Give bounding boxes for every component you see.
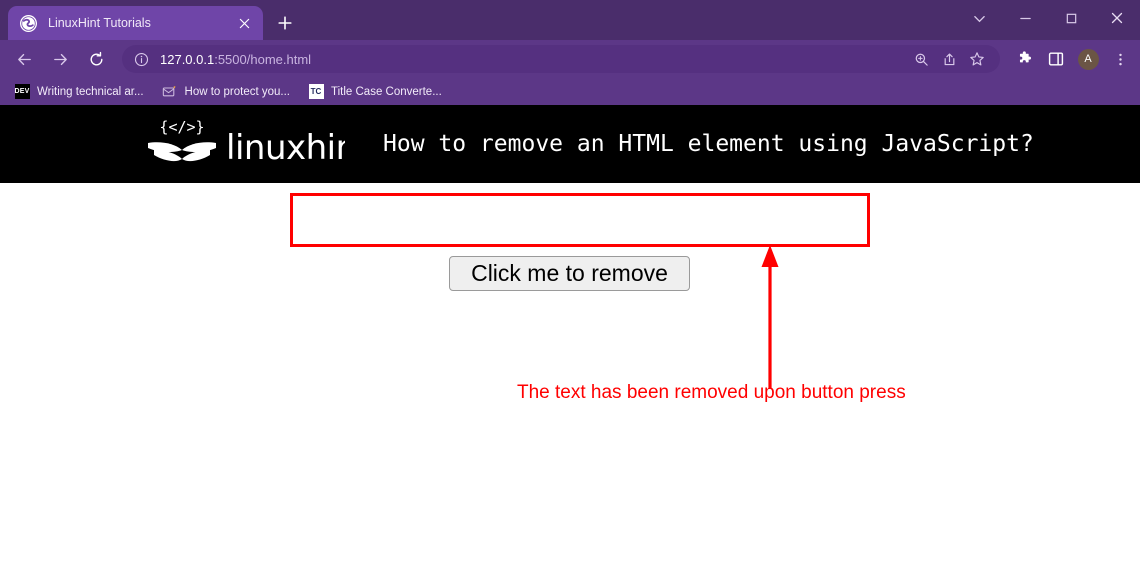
dev-icon-text: DEV xyxy=(14,84,30,99)
svg-text:{</>}: {</>} xyxy=(159,118,204,136)
address-bar-text: 127.0.0.1:5500/home.html xyxy=(160,52,906,67)
bookmark-title-case-converter[interactable]: TC Title Case Converte... xyxy=(302,81,448,103)
annotation-arrow-icon xyxy=(745,241,797,389)
reload-icon[interactable] xyxy=(81,44,111,74)
site-header: {</>} linuxhint How to remove an HTML el… xyxy=(0,105,1140,183)
target-element-box xyxy=(290,193,870,247)
svg-text:linuxhint: linuxhint xyxy=(226,128,345,168)
annotation-text: The text has been removed upon button pr… xyxy=(517,382,906,403)
tab-search-chevron-down-icon[interactable] xyxy=(956,1,1002,35)
bookmark-label: Writing technical ar... xyxy=(37,85,144,98)
browser-tab-linuxhint-tutorials[interactable]: LinuxHint Tutorials xyxy=(8,6,263,40)
minimize-icon[interactable] xyxy=(1002,1,1048,35)
tab-strip: LinuxHint Tutorials xyxy=(0,0,1140,40)
page-info-icon[interactable] xyxy=(132,50,150,68)
tab-title: LinuxHint Tutorials xyxy=(48,16,151,30)
page-viewport: {</>} linuxhint How to remove an HTML el… xyxy=(0,105,1140,587)
close-window-icon[interactable] xyxy=(1094,1,1140,35)
title-case-icon-text: TC xyxy=(308,84,324,99)
bookmarks-bar: DEV Writing technical ar... How to prote… xyxy=(0,78,1140,105)
maximize-icon[interactable] xyxy=(1048,1,1094,35)
profile-avatar[interactable]: A xyxy=(1074,45,1102,73)
address-bar-actions xyxy=(906,46,990,72)
bookmark-star-icon[interactable] xyxy=(964,46,990,72)
page-content: Click me to remove The text has been rem… xyxy=(0,183,1140,587)
linuxhint-logo[interactable]: {</>} linuxhint xyxy=(140,113,345,175)
bookmark-writing-technical-articles[interactable]: DEV Writing technical ar... xyxy=(8,81,150,103)
new-tab-button[interactable] xyxy=(271,9,299,37)
avatar-initial: A xyxy=(1077,48,1099,70)
browser-toolbar: 127.0.0.1:5500/home.html A xyxy=(0,40,1140,78)
extensions-icon[interactable] xyxy=(1010,45,1038,73)
share-icon[interactable] xyxy=(936,46,962,72)
click-me-to-remove-button[interactable]: Click me to remove xyxy=(449,256,690,291)
linuxhint-logo-svg: {</>} linuxhint xyxy=(148,118,345,168)
close-tab-icon[interactable] xyxy=(233,12,255,34)
page-title: How to remove an HTML element using Java… xyxy=(383,131,1034,157)
dev-icon: DEV xyxy=(14,84,30,100)
zoom-icon[interactable] xyxy=(908,46,934,72)
window-controls xyxy=(956,0,1140,36)
url-path: :5500/home.html xyxy=(214,51,312,67)
bookmark-label: Title Case Converte... xyxy=(331,85,442,98)
bookmark-how-to-protect-you[interactable]: How to protect you... xyxy=(156,81,296,103)
bookmark-label: How to protect you... xyxy=(184,85,290,98)
browser-window: LinuxHint Tutorials 127.0.0.1:5500/home.… xyxy=(0,0,1140,105)
url-host: 127.0.0.1 xyxy=(160,51,215,67)
chrome-menu-icon[interactable] xyxy=(1106,45,1134,73)
forward-arrow-icon[interactable] xyxy=(45,44,75,74)
title-case-icon: TC xyxy=(308,84,324,100)
address-bar[interactable]: 127.0.0.1:5500/home.html xyxy=(122,45,1000,73)
globe-icon xyxy=(20,14,37,32)
mail-icon xyxy=(162,84,178,100)
side-panel-icon[interactable] xyxy=(1042,45,1070,73)
back-arrow-icon[interactable] xyxy=(9,44,39,74)
